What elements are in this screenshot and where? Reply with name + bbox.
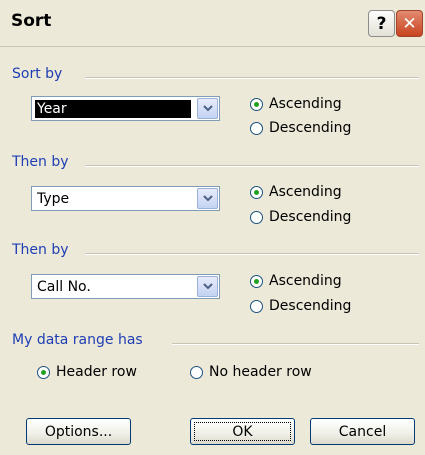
close-button[interactable]: ✕ (396, 10, 423, 37)
group-divider (85, 165, 419, 167)
radio-button[interactable] (250, 185, 263, 199)
cancel-button-label: Cancel (338, 423, 387, 440)
title-bar: Sort ? ✕ (0, 0, 425, 47)
data-range-label: My data range has (12, 332, 143, 348)
sort-by-ascending-label: Ascending (269, 96, 342, 112)
then-by-label-1: Then by (12, 154, 69, 170)
dropdown-button[interactable] (197, 188, 218, 209)
then-by-dropdown-2[interactable]: Call No. (31, 274, 220, 299)
ok-button[interactable]: OK (190, 418, 295, 445)
group-divider (85, 253, 419, 255)
then-by-ascending-option-1[interactable]: Ascending (250, 184, 342, 200)
header-row-label: Header row (56, 364, 137, 380)
close-icon: ✕ (402, 13, 417, 34)
radio-button[interactable] (250, 274, 263, 288)
then-by-descending-label-2: Descending (269, 298, 352, 314)
then-by-label-2: Then by (12, 242, 69, 258)
sort-by-descending-option[interactable]: Descending (250, 120, 351, 136)
sort-by-ascending-option[interactable]: Ascending (250, 96, 342, 112)
radio-button[interactable] (250, 121, 263, 135)
then-by-descending-option-2[interactable]: Descending (250, 298, 351, 314)
radio-button[interactable] (250, 299, 263, 313)
sort-by-value: Year (35, 100, 191, 118)
dialog-body: Sort by Year Ascending Descending Then b… (0, 46, 425, 455)
window-title: Sort (11, 11, 52, 31)
then-by-value-1: Type (37, 191, 70, 207)
group-divider (172, 343, 419, 345)
no-header-row-label: No header row (209, 364, 312, 380)
group-divider (85, 77, 419, 79)
sort-by-label: Sort by (12, 66, 63, 82)
then-by-descending-label-1: Descending (269, 209, 352, 225)
radio-button[interactable] (190, 365, 203, 379)
options-button-label: Options... (44, 423, 113, 440)
sort-by-descending-label: Descending (269, 120, 352, 136)
options-button[interactable]: Options... (26, 418, 131, 445)
dropdown-button[interactable] (197, 276, 218, 297)
help-icon: ? (376, 13, 387, 34)
chevron-down-icon (202, 195, 213, 202)
sort-by-dropdown[interactable]: Year (31, 96, 220, 121)
then-by-dropdown-1[interactable]: Type (31, 186, 220, 211)
no-header-row-option[interactable]: No header row (190, 364, 312, 380)
radio-button[interactable] (250, 97, 263, 111)
ok-button-label: OK (232, 423, 253, 440)
then-by-ascending-label-2: Ascending (269, 273, 342, 289)
header-row-option[interactable]: Header row (37, 364, 137, 380)
help-button[interactable]: ? (368, 10, 395, 37)
cancel-button[interactable]: Cancel (310, 418, 415, 445)
chevron-down-icon (202, 105, 213, 112)
then-by-ascending-option-2[interactable]: Ascending (250, 273, 342, 289)
then-by-descending-option-1[interactable]: Descending (250, 209, 351, 225)
radio-button[interactable] (250, 210, 263, 224)
dropdown-button[interactable] (197, 98, 218, 119)
radio-button[interactable] (37, 365, 50, 379)
then-by-value-2: Call No. (37, 279, 91, 295)
chevron-down-icon (202, 283, 213, 290)
then-by-ascending-label-1: Ascending (269, 184, 342, 200)
